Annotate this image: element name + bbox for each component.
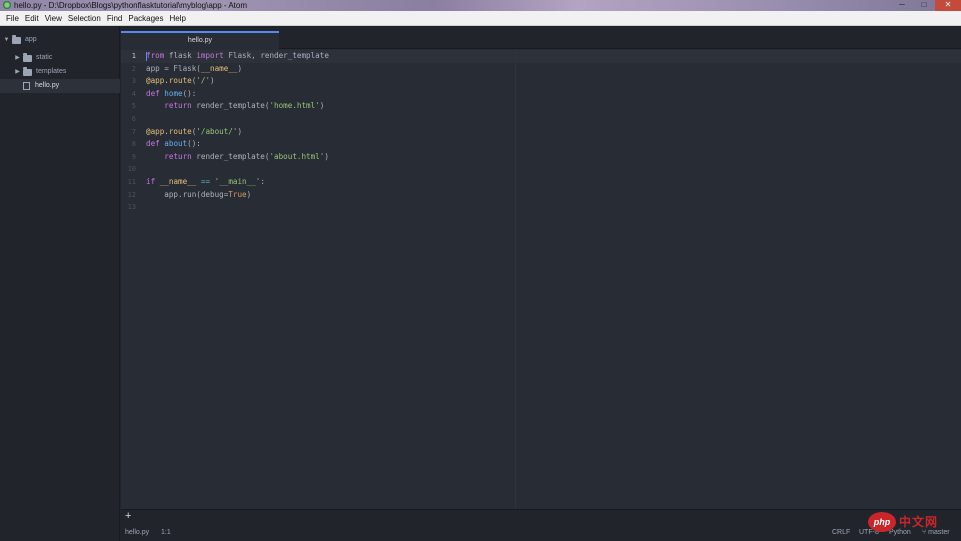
code-line: @app.route('/about/') [146,126,243,136]
text-editor[interactable]: 1 2 3 4 5 6 7 8 9 10 11 12 13 from flask… [121,49,961,509]
code-line: app = Flask(__name__) [146,63,243,73]
window-controls: ─ □ ✕ [891,0,961,11]
watermark-text: 中文网 [899,515,939,529]
menu-find[interactable]: Find [104,11,126,26]
add-tab-button[interactable]: + [125,511,131,522]
tab-label: hello.py [187,37,213,44]
code-line: def about(): [146,139,201,149]
line-number: 5 [131,102,136,111]
code-line: @app.route('/') [146,76,215,86]
tree-root-app[interactable]: ▼ app [3,33,119,47]
tree-item-static[interactable]: ▶ static [14,51,119,65]
menu-file[interactable]: File [3,11,22,26]
minimize-button[interactable]: ─ [891,0,913,11]
line-number-gutter: 1 2 3 4 5 6 7 8 9 10 11 12 13 [121,49,145,509]
line-number: 9 [131,152,136,161]
chevron-right-icon: ▶ [15,69,20,75]
menu-selection[interactable]: Selection [65,11,104,26]
code-line: if __name__ == '__main__': [146,177,265,186]
chevron-right-icon: ▶ [15,55,20,61]
file-icon [23,82,30,90]
menu-view[interactable]: View [42,11,65,26]
menu-packages[interactable]: Packages [125,11,166,26]
title-bar: hello.py - D:\Dropbox\Blogs\pythonflaskt… [0,0,961,11]
line-number: 6 [131,115,136,123]
line-number: 2 [131,64,136,73]
tree-item-label: templates [36,68,67,75]
code-line: from flask import Flask, render_template [146,51,329,61]
menu-help[interactable]: Help [167,11,189,26]
tree-root-label: app [25,36,37,43]
tree-item-label: static [36,54,53,61]
line-number: 12 [127,190,136,199]
tree-item-label: hello.py [35,82,60,89]
code-line: app.run(debug=True) [146,189,252,199]
php-cn-watermark: php 中文网 [868,510,960,536]
atom-app-icon [3,1,11,9]
status-bar: + hello.py 1:1 CRLF UTF-8 Python ⑂ maste… [121,509,961,541]
code-line: def home(): [146,88,197,98]
line-number: 13 [127,203,136,212]
line-number: 4 [131,89,136,98]
chevron-down-icon: ▼ [3,37,10,43]
window-title: hello.py - D:\Dropbox\Blogs\pythonflaskt… [14,1,248,10]
wrap-guide [515,49,516,509]
php-logo: php [868,512,896,532]
maximize-button[interactable]: □ [913,0,935,11]
menu-bar: File Edit View Selection Find Packages H… [0,11,961,26]
tree-item-templates[interactable]: ▶ templates [14,65,119,79]
tree-item-hello-py[interactable]: hello.py [0,79,120,93]
tab-hello-py[interactable]: hello.py [121,31,279,49]
status-cursor-position[interactable]: 1:1 [161,528,171,537]
line-number: 1 [131,52,136,60]
code-line: return render_template('about.html') [164,151,329,161]
line-number: 3 [131,77,136,86]
status-line-ending[interactable]: CRLF [832,528,850,537]
line-number: 11 [127,178,136,186]
menu-edit[interactable]: Edit [22,11,42,26]
line-number: 8 [131,140,136,149]
folder-icon [23,66,32,76]
line-number: 7 [131,127,136,136]
tree-view: ▼ app ▶ static ▶ templates hello.py [0,26,120,541]
status-file-path[interactable]: hello.py [125,528,149,537]
code-line: return render_template('home.html') [164,101,325,111]
folder-icon [12,34,21,44]
line-number: 10 [127,165,136,174]
tab-bar: hello.py [121,26,961,49]
folder-icon [23,52,32,62]
close-button[interactable]: ✕ [935,0,961,11]
